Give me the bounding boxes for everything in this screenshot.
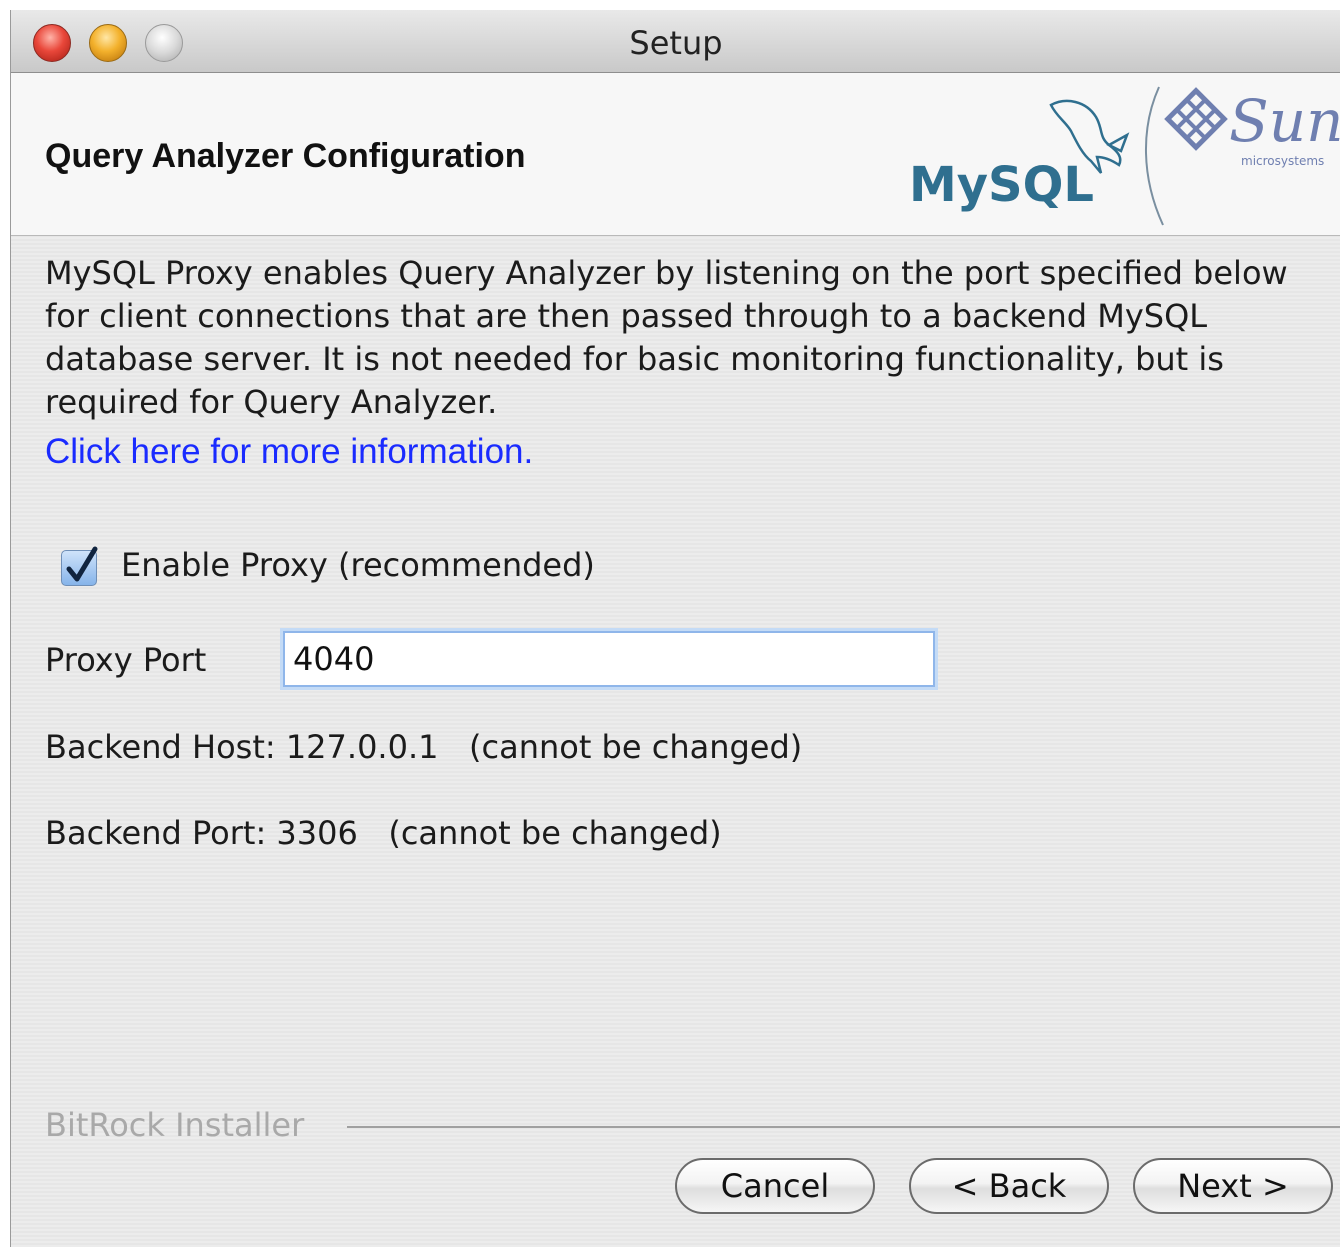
sun-logo-subtext: microsystems <box>1241 154 1324 168</box>
footer-divider <box>347 1126 1340 1128</box>
back-button[interactable]: < Back <box>909 1158 1109 1214</box>
logo-graphic: MySQL Sun microsystems <box>909 86 1340 226</box>
proxy-port-label: Proxy Port <box>45 641 207 679</box>
title-bar[interactable]: Setup <box>11 10 1340 73</box>
enable-proxy-checkbox[interactable] <box>61 546 98 586</box>
page-header: Query Analyzer Configuration MySQL Sun m… <box>11 73 1340 236</box>
setup-window: Setup Query Analyzer Configuration MySQL <box>10 10 1340 1247</box>
mysql-logo-text: MySQL <box>909 157 1094 213</box>
mysql-sun-logo: MySQL Sun microsystems <box>891 77 1340 227</box>
sun-logo-text: Sun <box>1229 87 1340 155</box>
window-title: Setup <box>629 24 723 62</box>
checkmark-icon <box>66 546 98 582</box>
proxy-port-input[interactable] <box>283 631 935 687</box>
more-info-link[interactable]: Click here for more information. <box>45 432 533 472</box>
description-text: MySQL Proxy enables Query Analyzer by li… <box>45 254 1288 421</box>
backend-host-text: Backend Host: 127.0.0.1 (cannot be chang… <box>45 728 803 766</box>
next-button[interactable]: Next > <box>1133 1158 1333 1214</box>
enable-proxy-label[interactable]: Enable Proxy (recommended) <box>121 546 595 584</box>
installer-brand-label: BitRock Installer <box>45 1106 305 1144</box>
main-content: MySQL Proxy enables Query Analyzer by li… <box>11 236 1340 1247</box>
backend-port-text: Backend Port: 3306 (cannot be changed) <box>45 814 722 852</box>
cancel-button[interactable]: Cancel <box>675 1158 875 1214</box>
sun-diamond-icon <box>1164 87 1228 151</box>
page-title: Query Analyzer Configuration <box>45 137 526 175</box>
